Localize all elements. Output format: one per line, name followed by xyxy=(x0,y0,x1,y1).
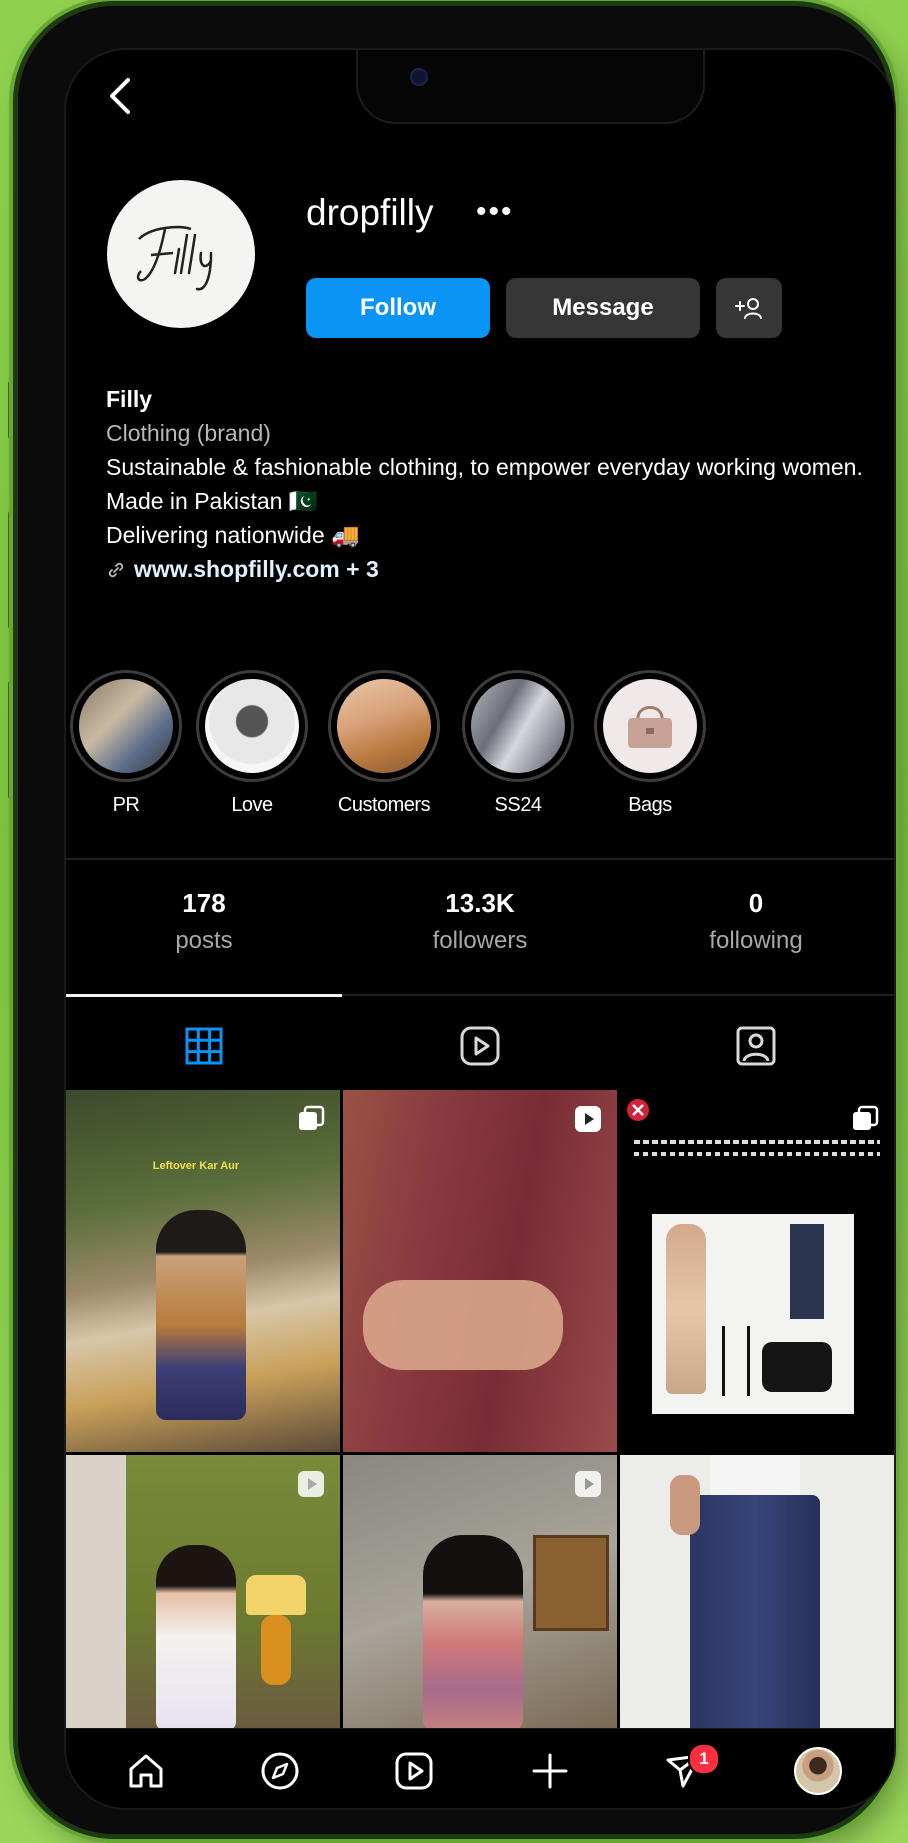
highlight-pr[interactable]: PR xyxy=(70,670,182,817)
nav-activity[interactable]: 1 xyxy=(654,1743,720,1799)
stats-divider xyxy=(66,858,894,860)
bio-origin: Made in Pakistan 🇵🇰 xyxy=(106,488,318,514)
stat-label: following xyxy=(709,927,803,954)
phone-volume-down xyxy=(8,680,16,800)
post-thumbnail[interactable]: Leftover Kar Aur xyxy=(66,1090,340,1452)
post-shirt xyxy=(710,1455,800,1497)
brand-logo xyxy=(136,225,213,291)
bio-delivery: Delivering nationwide 🚚 xyxy=(106,522,360,548)
display-name: Filly xyxy=(106,386,153,412)
post-figure xyxy=(156,1545,236,1730)
profile-avatar[interactable] xyxy=(107,180,255,328)
stat-value: 0 xyxy=(748,888,764,918)
nav-create[interactable] xyxy=(520,1743,580,1799)
reels-icon xyxy=(395,1752,433,1790)
username: dropfilly xyxy=(306,192,434,233)
brand-badge-icon xyxy=(627,1099,649,1121)
highlight-cover xyxy=(471,679,565,773)
tab-tagged[interactable] xyxy=(618,996,894,1096)
post-shelf xyxy=(533,1535,609,1631)
reel-badge-icon xyxy=(298,1471,324,1497)
category-label: Clothing (brand) xyxy=(106,420,271,446)
phone-side-button xyxy=(8,380,16,440)
highlight-cover xyxy=(337,679,431,773)
post-caption: Leftover Kar Aur xyxy=(152,1160,240,1172)
post-hand xyxy=(670,1475,700,1535)
more-options-icon[interactable]: ••• xyxy=(476,197,514,227)
create-icon xyxy=(532,1753,568,1789)
post-thumbnail[interactable] xyxy=(620,1455,894,1730)
phone-notch xyxy=(356,50,705,124)
highlight-cover xyxy=(79,679,173,773)
post-text-line xyxy=(634,1140,880,1144)
highlight-ss24[interactable]: SS24 xyxy=(462,670,574,817)
post-hands xyxy=(363,1280,563,1370)
post-figure xyxy=(156,1210,246,1420)
posts-count[interactable]: 178 posts xyxy=(66,888,342,955)
post-figure xyxy=(423,1535,523,1730)
grid-icon xyxy=(185,1027,223,1065)
link-icon xyxy=(108,562,124,578)
highlight-label: Bags xyxy=(628,794,672,816)
profile-screen: dropfilly ••• Follow Message Filly Cloth… xyxy=(64,48,896,1810)
highlight-cover xyxy=(205,679,299,773)
followers-count[interactable]: 13.3K followers xyxy=(342,888,618,955)
content-tabs xyxy=(66,996,894,1096)
post-trousers xyxy=(690,1495,820,1730)
stat-value: 13.3K xyxy=(445,888,515,918)
post-thumbnail[interactable] xyxy=(66,1455,340,1730)
follow-button[interactable]: Follow xyxy=(306,278,490,338)
phone-volume-up xyxy=(8,510,16,630)
front-camera xyxy=(410,68,428,86)
following-count[interactable]: 0 following xyxy=(618,888,894,955)
reels-icon xyxy=(460,1026,500,1066)
bio-description: Sustainable & fashionable clothing, to e… xyxy=(106,454,863,480)
post-lamp xyxy=(246,1575,306,1615)
tagged-icon xyxy=(736,1026,776,1066)
stat-label: posts xyxy=(175,927,233,954)
stat-value: 178 xyxy=(182,888,226,918)
phone-frame: dropfilly ••• Follow Message Filly Cloth… xyxy=(18,6,896,1834)
nav-profile[interactable] xyxy=(788,1743,848,1799)
handbag-icon xyxy=(628,706,672,748)
stat-label: followers xyxy=(432,927,528,954)
post-thumbnail[interactable] xyxy=(343,1455,617,1730)
carousel-icon xyxy=(299,1105,325,1130)
highlight-label: Love xyxy=(231,794,273,816)
highlight-love[interactable]: Love xyxy=(196,670,308,817)
post-thumbnail[interactable] xyxy=(620,1090,894,1452)
highlight-cover xyxy=(603,679,697,773)
reel-badge-icon xyxy=(575,1471,601,1497)
tab-reels[interactable] xyxy=(342,996,618,1096)
post-text-line xyxy=(634,1152,880,1156)
highlight-bags[interactable]: Bags xyxy=(594,670,706,817)
post-thumbnail[interactable] xyxy=(343,1090,617,1452)
nav-reels[interactable] xyxy=(384,1743,444,1799)
highlight-label: Customers xyxy=(337,794,431,816)
post-wall xyxy=(66,1455,126,1730)
post-lamp-base xyxy=(261,1615,291,1685)
nav-explore[interactable] xyxy=(250,1743,310,1799)
highlight-label: PR xyxy=(112,794,140,816)
home-icon xyxy=(129,1754,163,1788)
posts-grid: Leftover Kar Aur xyxy=(66,1090,894,1730)
bio-section: Filly Clothing (brand) Sustainable & fas… xyxy=(106,382,866,586)
highlight-label: SS24 xyxy=(494,794,542,816)
website-link[interactable]: www.shopfilly.com + 3 xyxy=(134,556,379,582)
message-button[interactable]: Message xyxy=(506,278,700,338)
nav-home[interactable] xyxy=(116,1743,176,1799)
tab-posts[interactable] xyxy=(66,996,342,1096)
highlight-customers[interactable]: Customers xyxy=(328,670,440,817)
explore-icon xyxy=(261,1752,299,1790)
reel-badge-icon xyxy=(575,1106,601,1132)
add-person-icon xyxy=(735,298,762,319)
bio-link-row[interactable]: www.shopfilly.com + 3 xyxy=(106,552,866,586)
suggested-users-button[interactable] xyxy=(716,278,782,338)
notification-badge: 1 xyxy=(688,1743,720,1775)
carousel-icon xyxy=(853,1105,879,1130)
profile-avatar-icon xyxy=(794,1747,842,1795)
post-collage xyxy=(652,1214,854,1414)
bottom-navigation: 1 xyxy=(66,1728,894,1808)
back-arrow-icon[interactable] xyxy=(104,76,138,116)
